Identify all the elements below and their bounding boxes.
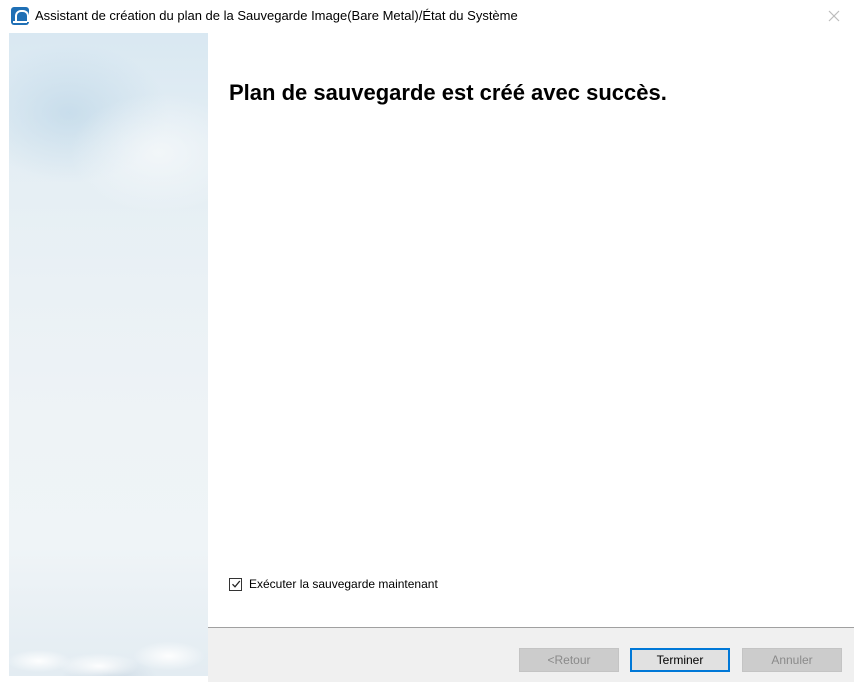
run-now-checkbox[interactable] [229, 577, 242, 591]
sidebar-sky-image [9, 33, 208, 676]
button-bar: <Retour Terminer Annuler [208, 627, 854, 682]
run-now-label: Exécuter la sauvegarde maintenant [249, 577, 438, 591]
page-title: Plan de sauvegarde est créé avec succès. [229, 80, 667, 105]
run-now-option[interactable]: Exécuter la sauvegarde maintenant [229, 577, 438, 591]
close-button[interactable] [822, 4, 846, 28]
window-title: Assistant de création du plan de la Sauv… [35, 8, 518, 23]
clouds-graphic [9, 606, 208, 676]
sky-haze-light [69, 93, 208, 213]
close-icon [828, 10, 840, 22]
cancel-button[interactable]: Annuler [742, 648, 842, 672]
wizard-content: Plan de sauvegarde est créé avec succès.… [208, 33, 854, 627]
checkmark-icon [231, 580, 240, 588]
finish-button[interactable]: Terminer [630, 648, 730, 672]
title-bar[interactable]: Assistant de création du plan de la Sauv… [0, 0, 854, 32]
back-button[interactable]: <Retour [519, 648, 619, 672]
app-logo-icon [11, 7, 29, 25]
wizard-window: Assistant de création du plan de la Sauv… [0, 0, 854, 682]
